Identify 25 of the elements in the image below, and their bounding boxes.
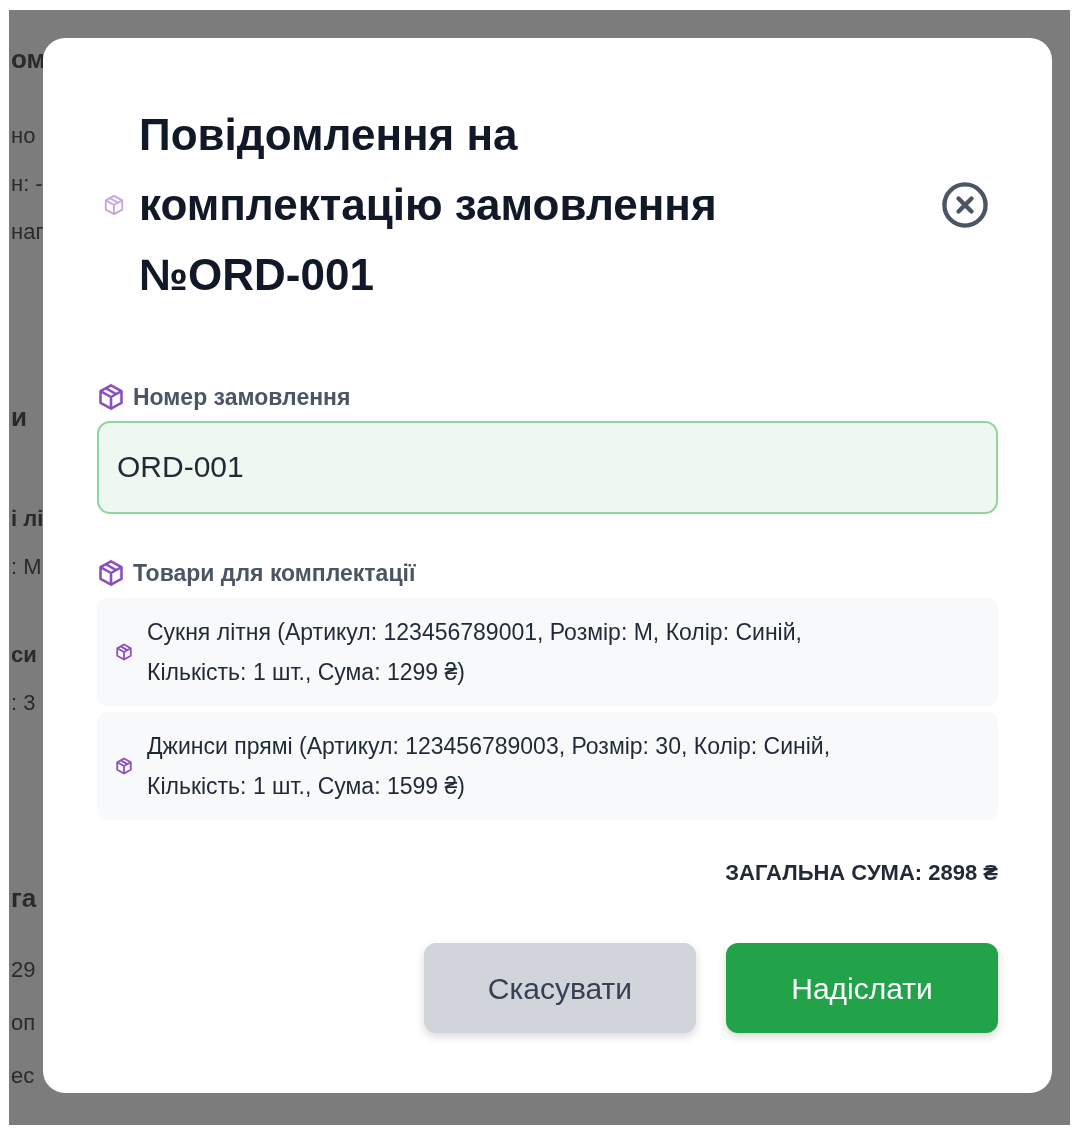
package-icon <box>103 194 125 216</box>
text-fragment: : М <box>11 553 43 581</box>
cancel-button[interactable]: Скасувати <box>424 943 696 1033</box>
text-fragment: : 3 <box>11 689 37 717</box>
order-number-field[interactable]: ORD-001 <box>97 420 998 514</box>
heading-fragment: га <box>11 882 38 915</box>
section-label: Товари для комплектації <box>133 558 416 588</box>
package-icon <box>97 383 125 412</box>
text-fragment: і лі <box>11 505 43 533</box>
package-icon <box>97 558 125 587</box>
text-fragment: 29 <box>11 956 37 984</box>
package-icon <box>115 643 133 661</box>
total-sum: ЗАГАЛЬНА СУМА: 2898 ₴ <box>724 859 998 887</box>
dialog-title: Повідомлення на комплектацію замовлення №ORD-001 <box>139 109 718 301</box>
item-description: Сукня літня (Артикул: 123456789001, Розмір: M, Колір: Синій, Кількість: 1 шт., Сума: 1299 ₴) <box>147 618 803 687</box>
text-fragment: си <box>11 641 38 669</box>
item-description: Джинси прямі (Артикул: 123456789003, Розмір: 30, Колір: Синій, Кількість: 1 шт., Сума: 1599 ₴) <box>147 732 832 801</box>
text-fragment: наг <box>11 218 43 246</box>
text-fragment: ес <box>11 1062 36 1090</box>
text-fragment: оп <box>11 1009 37 1037</box>
heading-fragment: и <box>11 401 28 434</box>
text-fragment: но <box>11 122 37 150</box>
package-icon <box>115 757 133 775</box>
field-label: Номер замовлення <box>133 383 351 412</box>
text-fragment: н: - <box>11 170 43 198</box>
